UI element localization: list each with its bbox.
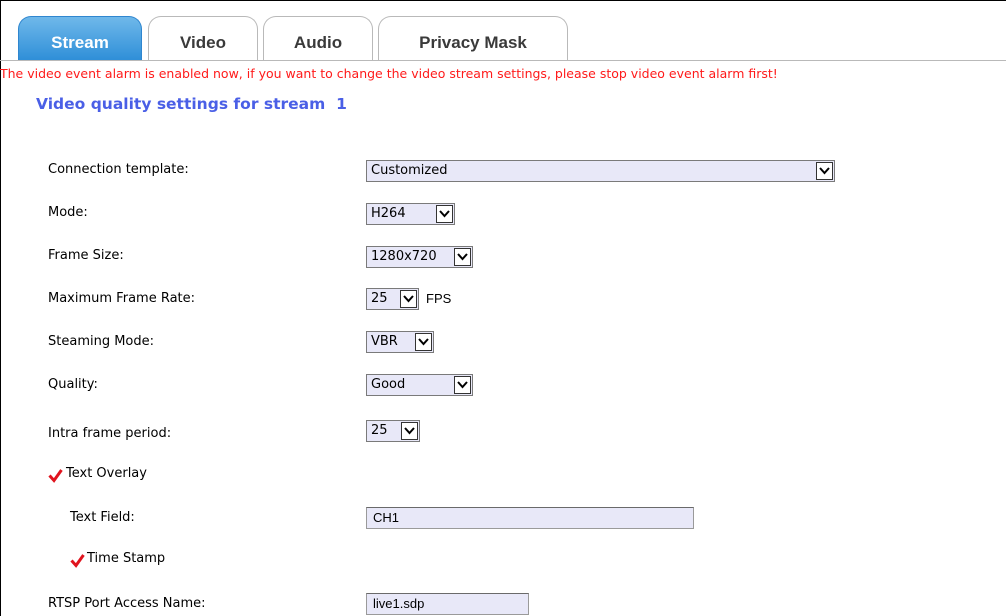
intra-frame-period-label: Intra frame period: — [48, 426, 172, 441]
chevron-down-icon — [436, 205, 453, 223]
tab-bar: Stream Video Audio Privacy Mask — [0, 0, 1006, 62]
connection-template-value: Customized — [371, 163, 448, 178]
frame-size-select[interactable]: 1280x720 — [366, 246, 473, 268]
frame-size-value: 1280x720 — [371, 249, 437, 264]
streaming-mode-label: Steaming Mode: — [48, 334, 155, 349]
quality-label: Quality: — [48, 377, 98, 392]
rtsp-access-name-label: RTSP Port Access Name: — [48, 596, 206, 611]
time-stamp-label: Time Stamp — [87, 551, 166, 566]
connection-template-label: Connection template: — [48, 162, 189, 177]
checkmark-icon — [48, 469, 63, 483]
tab-stream[interactable]: Stream — [18, 16, 142, 60]
chevron-down-icon — [401, 422, 418, 440]
alarm-warning-message: The video event alarm is enabled now, if… — [0, 66, 778, 81]
quality-select[interactable]: Good — [366, 374, 473, 396]
tab-video[interactable]: Video — [148, 16, 258, 60]
checkmark-icon — [70, 554, 85, 568]
fps-unit-label: FPS — [426, 291, 452, 306]
stream-number: 1 — [336, 95, 347, 113]
frame-size-label: Frame Size: — [48, 248, 124, 263]
chevron-down-icon — [415, 333, 432, 351]
tab-audio[interactable]: Audio — [263, 16, 373, 60]
section-title: Video quality settings for stream 1 — [36, 95, 347, 113]
intra-frame-period-value: 25 — [371, 423, 388, 438]
time-stamp-checkbox[interactable] — [70, 553, 85, 568]
chevron-down-icon — [454, 248, 471, 266]
tab-bar-divider — [0, 60, 1006, 61]
frame-left-border — [0, 0, 1, 616]
chevron-down-icon — [816, 162, 833, 180]
text-overlay-checkbox[interactable] — [48, 468, 63, 483]
max-frame-rate-value: 25 — [371, 291, 388, 306]
chevron-down-icon — [454, 376, 471, 394]
connection-template-select[interactable]: Customized — [366, 160, 835, 182]
max-frame-rate-label: Maximum Frame Rate: — [48, 291, 196, 306]
tab-privacy-mask[interactable]: Privacy Mask — [378, 16, 568, 60]
mode-label: Mode: — [48, 205, 88, 220]
quality-value: Good — [371, 377, 406, 392]
text-field-input[interactable]: CH1 — [366, 507, 694, 529]
streaming-mode-value: VBR — [371, 334, 398, 349]
mode-select[interactable]: H264 — [366, 203, 455, 225]
chevron-down-icon — [400, 290, 417, 308]
rtsp-access-name-input[interactable]: live1.sdp — [366, 593, 529, 615]
streaming-mode-select[interactable]: VBR — [366, 331, 434, 353]
section-title-text: Video quality settings for stream — [36, 95, 326, 113]
max-frame-rate-select[interactable]: 25 — [366, 288, 419, 310]
text-overlay-label: Text Overlay — [66, 466, 147, 481]
mode-value: H264 — [371, 206, 406, 221]
text-field-label: Text Field: — [70, 510, 135, 525]
intra-frame-period-select[interactable]: 25 — [366, 420, 420, 442]
